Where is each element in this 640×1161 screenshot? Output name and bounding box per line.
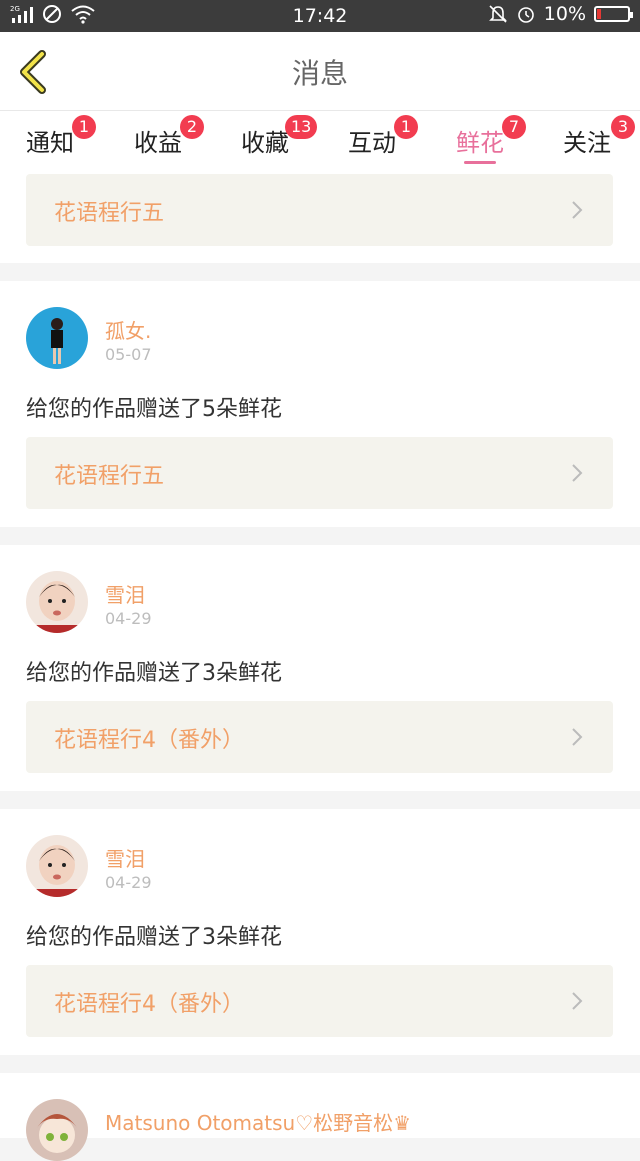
tab-label: 鲜花	[456, 129, 504, 157]
tab-label: 通知	[26, 129, 74, 157]
work-title: 花语程行五	[54, 464, 165, 489]
avatar[interactable]	[26, 835, 88, 897]
tab-earnings[interactable]: 收益 2	[134, 115, 204, 158]
user-photo-icon	[26, 1099, 88, 1161]
battery-icon	[594, 6, 633, 22]
user-name[interactable]: Matsuno Otomatsu♡松野音松♛	[105, 1107, 411, 1136]
tab-interactions[interactable]: 互动 1	[348, 115, 418, 158]
avatar[interactable]	[26, 1099, 88, 1161]
work-title: 花语程行五	[54, 201, 165, 226]
work-link[interactable]: 花语程行五	[26, 437, 613, 509]
avatar[interactable]	[26, 571, 88, 633]
tab-notifications[interactable]: 通知 1	[26, 115, 96, 158]
tab-badge: 1	[394, 115, 418, 139]
work-title: 花语程行4（番外）	[54, 992, 244, 1017]
chevron-right-icon	[572, 728, 583, 746]
user-name[interactable]: 雪泪	[105, 579, 145, 608]
active-tab-indicator	[464, 161, 496, 164]
message-item: 雪泪 04-29 给您的作品赠送了3朵鲜花 花语程行4（番外）	[0, 809, 640, 1055]
status-icons-right: 10%	[488, 3, 633, 25]
message-text: 给您的作品赠送了5朵鲜花	[26, 397, 282, 422]
user-name[interactable]: 孤女.	[105, 315, 151, 344]
work-link[interactable]: 花语程行五	[26, 174, 613, 246]
status-bar: 2G 17:42 10%	[0, 0, 640, 32]
message-date: 05-07	[105, 345, 152, 364]
user-photo-icon	[26, 835, 88, 897]
page-title: 消息	[291, 57, 348, 90]
message-text: 给您的作品赠送了3朵鲜花	[26, 925, 282, 950]
tab-badge: 3	[611, 115, 635, 139]
message-item: Matsuno Otomatsu♡松野音松♛	[0, 1073, 640, 1161]
tab-badge: 13	[285, 115, 318, 139]
tab-label: 收益	[134, 129, 182, 157]
tab-following[interactable]: 关注 3	[563, 115, 635, 158]
user-photo-icon	[26, 307, 88, 369]
work-link[interactable]: 花语程行4（番外）	[26, 965, 613, 1037]
alarm-icon	[517, 7, 534, 23]
tab-badge: 1	[72, 115, 96, 139]
message-date: 04-29	[105, 609, 152, 628]
message-item: 孤女. 05-07 给您的作品赠送了5朵鲜花 花语程行五	[0, 281, 640, 527]
tab-label: 关注	[563, 129, 611, 157]
message-item: 花语程行五	[0, 171, 640, 263]
tab-label: 互动	[348, 129, 396, 157]
chevron-right-icon	[572, 201, 583, 219]
message-date: 04-29	[105, 873, 152, 892]
tab-label: 收藏	[241, 129, 289, 157]
user-photo-icon	[26, 571, 88, 633]
chevron-right-icon	[572, 464, 583, 482]
tab-badge: 2	[180, 115, 204, 139]
battery-percent: 10%	[543, 3, 586, 25]
message-text: 给您的作品赠送了3朵鲜花	[26, 661, 282, 686]
tab-flowers[interactable]: 鲜花 7	[456, 115, 526, 164]
work-link[interactable]: 花语程行4（番外）	[26, 701, 613, 773]
tab-favorites[interactable]: 收藏 13	[241, 115, 318, 158]
message-item: 雪泪 04-29 给您的作品赠送了3朵鲜花 花语程行4（番外）	[0, 545, 640, 791]
user-name[interactable]: 雪泪	[105, 843, 145, 872]
tab-badge: 7	[502, 115, 526, 139]
work-title: 花语程行4（番外）	[54, 728, 244, 753]
bell-muted-icon	[488, 5, 507, 23]
chevron-right-icon	[572, 992, 583, 1010]
tab-bar: 通知 1 收益 2 收藏 13 互动 1 鲜花 7 关注 3	[0, 111, 640, 171]
avatar[interactable]	[26, 307, 88, 369]
header-bar: 消息	[0, 32, 640, 111]
